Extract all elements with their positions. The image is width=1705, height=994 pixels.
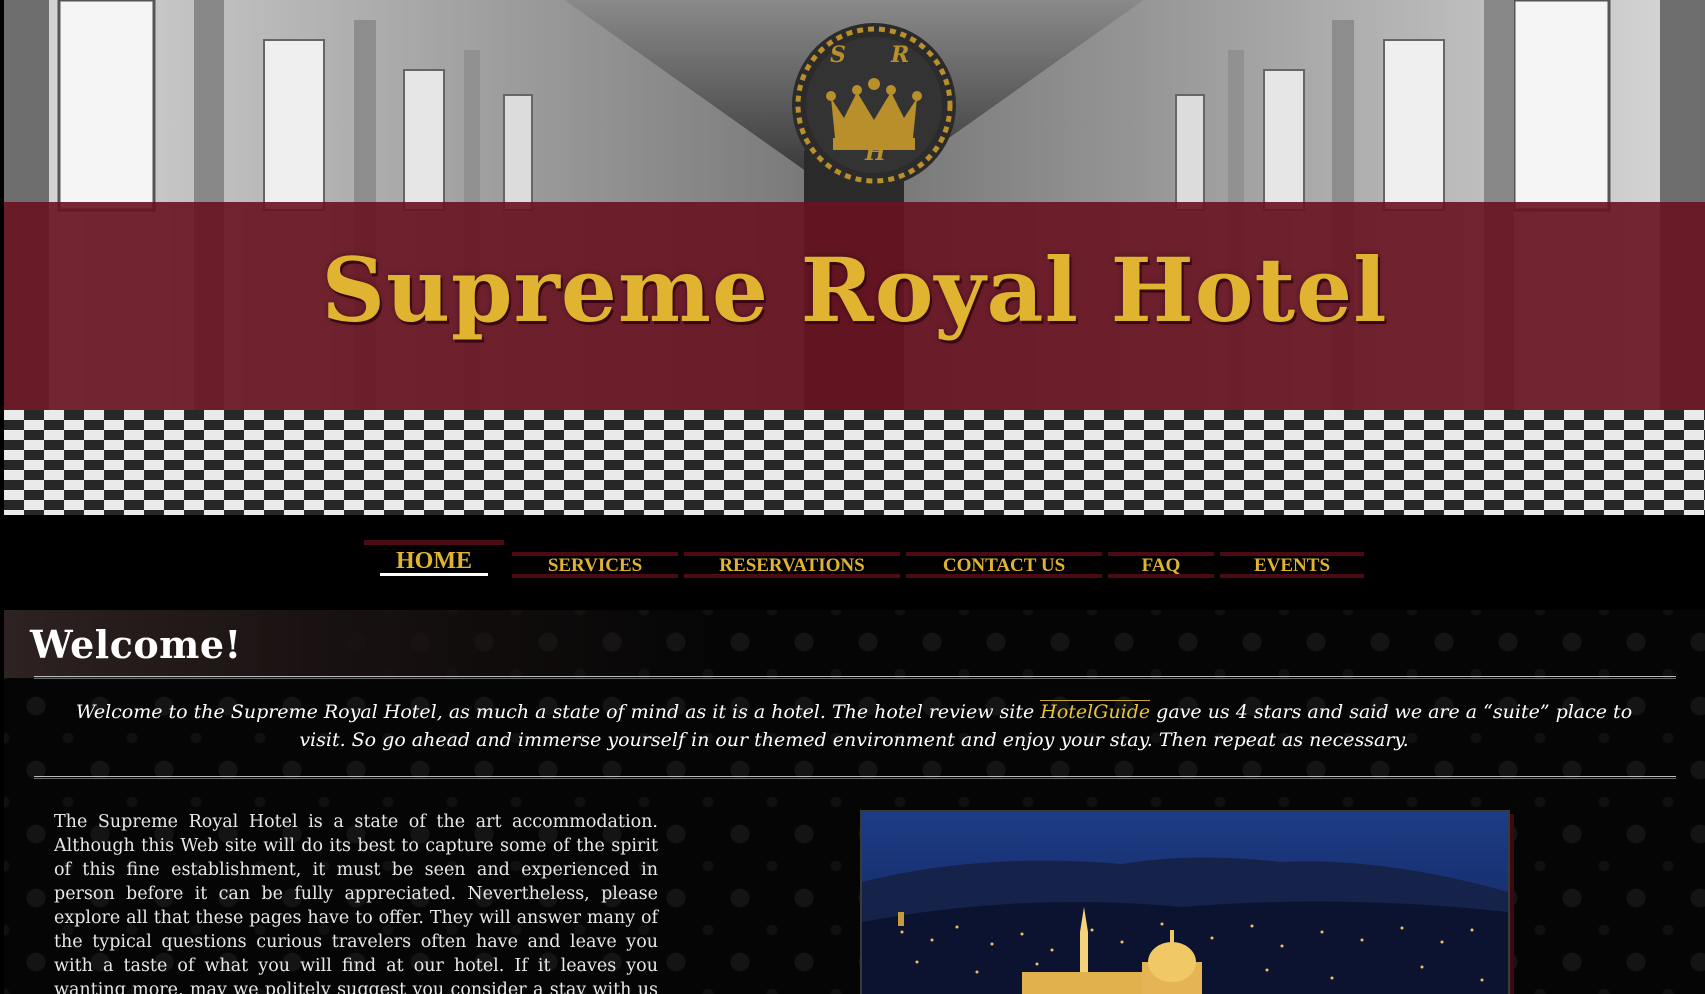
page: S R H Supreme Royal Hotel HOME SERVICES … xyxy=(0,0,1705,994)
nav-item-events[interactable]: EVENTS xyxy=(1220,552,1364,578)
nav-item-label: FAQ xyxy=(1141,555,1181,576)
city-night-illustration xyxy=(862,812,1508,994)
crest-letter-h: H xyxy=(865,140,886,166)
intro-text-start: Welcome to the Supreme Royal Hotel, as m… xyxy=(75,701,1041,723)
intro-text: Welcome to the Supreme Royal Hotel, as m… xyxy=(64,698,1644,754)
body-paragraph: The Supreme Royal Hotel is a state of th… xyxy=(54,812,658,994)
divider-bottom xyxy=(34,776,1676,779)
nav-item-contact-us[interactable]: CONTACT US xyxy=(906,552,1102,578)
welcome-bar xyxy=(4,610,1705,678)
nav-item-faq[interactable]: FAQ xyxy=(1108,552,1214,578)
crest-letter-r: R xyxy=(891,42,910,68)
main-nav: HOME SERVICES RESERVATIONS CONTACT US FA… xyxy=(364,540,1364,580)
city-night-photo xyxy=(860,810,1510,994)
nav-item-label: CONTACT US xyxy=(942,555,1066,576)
welcome-heading: Welcome! xyxy=(30,622,242,667)
divider-top xyxy=(34,676,1676,679)
nav-item-label: EVENTS xyxy=(1253,555,1331,576)
nav-item-label: RESERVATIONS xyxy=(719,555,865,576)
hotelguide-link[interactable]: HotelGuide xyxy=(1040,700,1151,723)
nav-item-label: HOME xyxy=(396,548,472,574)
nav-item-services[interactable]: SERVICES xyxy=(512,552,678,578)
site-title: Supreme Royal Hotel xyxy=(321,238,1388,342)
nav-item-label: SERVICES xyxy=(547,555,643,576)
main-content: Welcome! Welcome to the Supreme Royal Ho… xyxy=(4,610,1705,994)
hero-banner: S R H Supreme Royal Hotel xyxy=(4,0,1705,515)
active-underline xyxy=(380,573,488,576)
crest-letter-s: S xyxy=(830,42,846,68)
nav-item-home[interactable]: HOME xyxy=(364,540,504,576)
nav-item-reservations[interactable]: RESERVATIONS xyxy=(684,552,900,578)
